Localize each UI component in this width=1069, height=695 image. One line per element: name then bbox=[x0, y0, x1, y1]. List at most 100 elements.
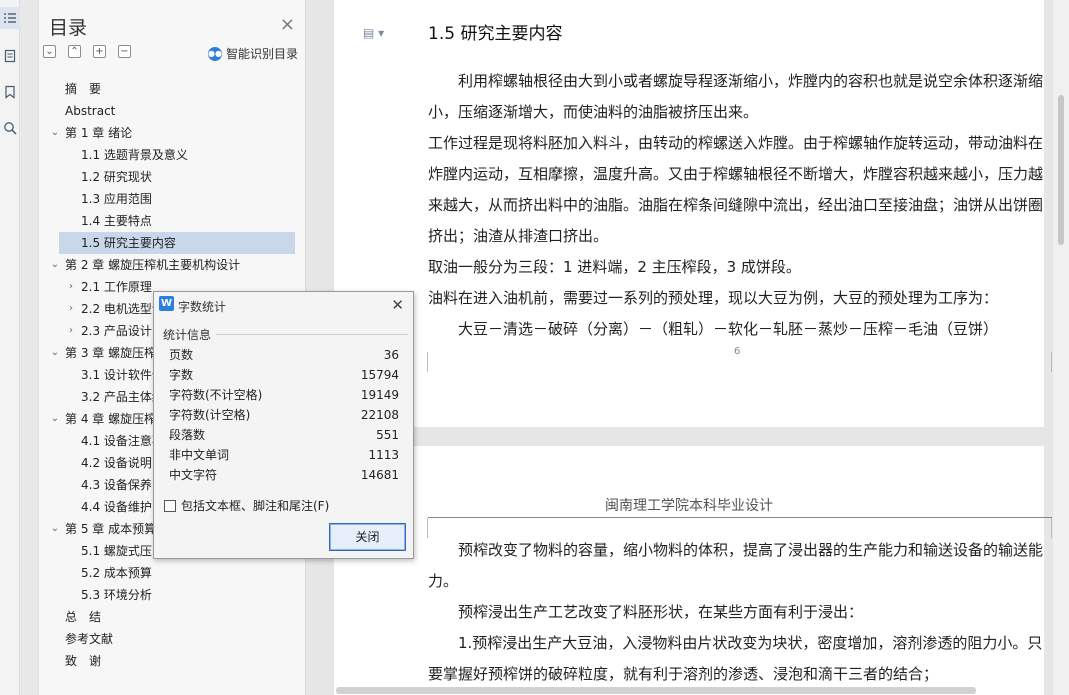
chevron-right-icon[interactable]: › bbox=[66, 298, 76, 320]
stat-row: 段落数 551 bbox=[169, 425, 399, 445]
smart-icon: ●● bbox=[207, 46, 222, 61]
word-count-dialog: W 字数统计 ✕ 统计信息 页数 36 字数 15794 字符数(不计空格) 19149 字… bbox=[153, 291, 414, 559]
list-icon[interactable] bbox=[0, 7, 20, 29]
chevron-down-icon[interactable]: ⌄ bbox=[50, 342, 60, 364]
stat-value: 19149 bbox=[360, 388, 399, 402]
toc-toolbar: ⌄ ⌃ + − bbox=[43, 45, 131, 58]
scrollbar-thumb[interactable] bbox=[336, 687, 976, 694]
stat-row: 字符数(不计空格) 19149 bbox=[169, 385, 399, 405]
stat-value: 36 bbox=[383, 348, 399, 362]
remove-icon[interactable]: − bbox=[118, 45, 131, 58]
collapse-icon[interactable]: ⌃ bbox=[68, 45, 81, 58]
toc-item-label: 第 1 章 绪论 bbox=[65, 126, 133, 140]
stat-value: 551 bbox=[376, 428, 399, 442]
toc-item[interactable]: 5.2 成本预算 bbox=[39, 562, 307, 584]
toc-item-label: 总 结 bbox=[65, 610, 102, 624]
toc-item-label: 1.4 主要特点 bbox=[81, 214, 152, 228]
paragraph: 预榨浸出生产工艺改变了料胚形状，在某些方面有利于浸出： bbox=[428, 603, 864, 621]
word-count-window: 目录 × ⌄ ⌃ + − ●● 智能识别目录 摘 要 Abstract ⌄ 第 1 章… bbox=[0, 0, 1069, 695]
stat-label: 非中文单词 bbox=[169, 448, 230, 462]
page-icon[interactable] bbox=[0, 45, 20, 67]
toc-item-label: 4.1 设备注意事 bbox=[81, 434, 164, 448]
toc-item-label: 3.1 设计软件介 bbox=[81, 368, 164, 382]
stat-label: 页数 bbox=[169, 348, 194, 362]
toc-item[interactable]: Abstract bbox=[39, 100, 307, 122]
stat-label: 字符数(计空格) bbox=[169, 408, 251, 422]
smart-toc-label: 智能识别目录 bbox=[225, 47, 298, 61]
toc-item-label: 4.2 设备说明 bbox=[81, 456, 152, 470]
include-textbox-checkbox[interactable]: 包括文本框、脚注和尾注(F) bbox=[164, 497, 329, 514]
horizontal-scrollbar[interactable] bbox=[316, 685, 976, 695]
add-icon[interactable]: + bbox=[93, 45, 106, 58]
toc-item[interactable]: 总 结 bbox=[39, 606, 307, 628]
toc-item[interactable]: ⌄ 第 2 章 螺旋压榨机主要机构设计 bbox=[39, 254, 307, 276]
page-number: 6 bbox=[734, 346, 741, 357]
header-rule bbox=[428, 517, 1052, 518]
group-divider bbox=[216, 334, 408, 335]
toc-item[interactable]: 1.1 选题背景及意义 bbox=[39, 144, 307, 166]
toc-item[interactable]: 致 谢 bbox=[39, 650, 307, 672]
toc-item[interactable]: 1.3 应用范围 bbox=[39, 188, 307, 210]
close-icon[interactable]: ✕ bbox=[391, 296, 404, 314]
document-page: 闽南理工学院本科毕业设计 预榨改变了物料的容量，缩小物料的体积，提高了浸出器的生… bbox=[334, 446, 1052, 695]
paragraph: 1.预榨浸出生产大豆油，入浸物料由片状改变为块状，密度增加，溶剂渗透的阻力小。只… bbox=[428, 634, 1043, 683]
navigation-icon-bar bbox=[0, 0, 20, 695]
expand-icon[interactable]: ⌄ bbox=[43, 45, 56, 58]
chevron-right-icon[interactable]: › bbox=[66, 320, 76, 342]
stat-row: 字符数(计空格) 22108 bbox=[169, 405, 399, 425]
toc-item[interactable]: 1.4 主要特点 bbox=[39, 210, 307, 232]
toc-item[interactable]: 摘 要 bbox=[39, 78, 307, 100]
stat-label: 中文字符 bbox=[169, 468, 218, 482]
stat-label: 段落数 bbox=[169, 428, 206, 442]
toc-item-label: 3.2 产品主体结 bbox=[81, 390, 164, 404]
word-app-icon: W bbox=[159, 296, 174, 311]
checkbox[interactable] bbox=[164, 499, 176, 512]
dialog-title: 字数统计 bbox=[178, 300, 227, 314]
toc-item-label: 第 5 章 成本预算 bbox=[65, 522, 157, 536]
stat-value: 14681 bbox=[360, 468, 399, 482]
chevron-down-icon[interactable]: ⌄ bbox=[50, 408, 60, 430]
section-heading: 1.5 研究主要内容 bbox=[428, 24, 563, 44]
bookmark-icon[interactable] bbox=[0, 81, 20, 103]
toc-item[interactable]: 1.5 研究主要内容 bbox=[59, 232, 295, 254]
vertical-scrollbar[interactable] bbox=[1053, 0, 1069, 695]
close-button[interactable]: 关闭 bbox=[329, 523, 406, 551]
chevron-down-icon[interactable]: ⌄ bbox=[50, 122, 60, 144]
document-area: ▤ ▾ 1.5 研究主要内容 利用榨螺轴根径由大到小或者螺旋导程逐渐缩小，炸膛内… bbox=[312, 0, 1069, 695]
toc-item-label: 摘 要 bbox=[65, 82, 102, 96]
chevron-down-icon[interactable]: ⌄ bbox=[50, 254, 60, 276]
toc-item-label: 1.3 应用范围 bbox=[81, 192, 152, 206]
toc-item-label: 4.3 设备保养 bbox=[81, 478, 152, 492]
toc-item[interactable]: 参考文献 bbox=[39, 628, 307, 650]
toc-item-label: 1.5 研究主要内容 bbox=[81, 236, 176, 250]
toc-item-label: 1.2 研究现状 bbox=[81, 170, 152, 184]
paragraph: 利用榨螺轴根径由大到小或者螺旋导程逐渐缩小，炸膛内的容积也就是说空余体积逐渐缩小… bbox=[428, 72, 1044, 121]
toc-item-label: 第 4 章 螺旋压榨 bbox=[65, 412, 157, 426]
toc-item-label: 2.1 工作原理 bbox=[81, 280, 152, 294]
scrollbar-thumb[interactable] bbox=[1058, 95, 1064, 245]
stat-value: 22108 bbox=[360, 408, 399, 422]
toc-item[interactable]: ⌄ 第 1 章 绪论 bbox=[39, 122, 307, 144]
paragraph: 油料在进入油机前，需要过一系列的预处理，现以大豆为例，大豆的预处理为工序为： bbox=[428, 289, 999, 307]
stat-value: 1113 bbox=[368, 448, 399, 462]
page-header: 闽南理工学院本科毕业设计 bbox=[605, 498, 773, 514]
stat-row: 字数 15794 bbox=[169, 365, 399, 385]
smart-toc-button[interactable]: ●● 智能识别目录 bbox=[207, 45, 298, 62]
toc-item-label: 5.3 环境分析 bbox=[81, 588, 152, 602]
document-page: ▤ ▾ 1.5 研究主要内容 利用榨螺轴根径由大到小或者螺旋导程逐渐缩小，炸膛内… bbox=[334, 0, 1052, 427]
toc-item-label: Abstract bbox=[65, 104, 116, 118]
toc-item[interactable]: 1.2 研究现状 bbox=[39, 166, 307, 188]
paragraph: 工作过程是现将料胚加入料斗，由转动的榨螺送入炸膛。由于榨螺轴作旋转运动，带动油料… bbox=[428, 134, 1044, 245]
toc-title: 目录 bbox=[49, 17, 88, 39]
search-icon[interactable] bbox=[0, 117, 20, 139]
stat-label: 字符数(不计空格) bbox=[169, 388, 263, 402]
chevron-right-icon[interactable]: › bbox=[66, 276, 76, 298]
toc-item-label: 第 3 章 螺旋压榨 bbox=[65, 346, 157, 360]
toc-item[interactable]: 5.3 环境分析 bbox=[39, 584, 307, 606]
toc-item-label: 5.1 螺旋式压 bbox=[81, 544, 152, 558]
close-icon[interactable]: × bbox=[280, 16, 295, 34]
chevron-down-icon[interactable]: ⌄ bbox=[50, 518, 60, 540]
toc-item-label: 致 谢 bbox=[65, 654, 102, 668]
toc-item-label: 4.4 设备维护 bbox=[81, 500, 152, 514]
document-icon[interactable]: ▤ ▾ bbox=[363, 26, 384, 40]
